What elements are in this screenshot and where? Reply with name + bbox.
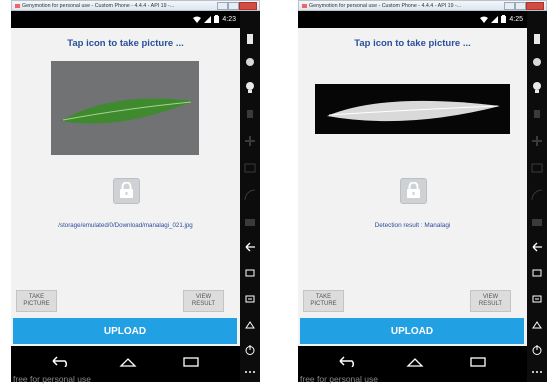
maximize-button[interactable]: [515, 2, 526, 10]
minimize-button[interactable]: [217, 2, 228, 10]
lock-icon: [407, 182, 420, 198]
window-titlebar[interactable]: Genymotion for personal use - Custom Pho…: [298, 0, 547, 11]
view-result-button[interactable]: VIEW RESULT: [183, 290, 224, 312]
sms-icon[interactable]: [531, 216, 543, 228]
sms-icon[interactable]: [244, 216, 256, 228]
recent-apps-icon[interactable]: [470, 354, 486, 372]
genymotion-icon: [302, 4, 307, 8]
nav-bar: free for personal use: [298, 346, 527, 384]
app-screen: Tap icon to take picture ... Detection r…: [298, 28, 527, 346]
gps-icon[interactable]: [531, 56, 543, 68]
upload-button[interactable]: UPLOAD: [13, 318, 237, 344]
screen-title: Tap icon to take picture ...: [354, 38, 471, 49]
remote-control-icon[interactable]: [244, 108, 256, 120]
leaf-processed-image: [315, 84, 510, 134]
emulator-window-right: Genymotion for personal use - Custom Pho…: [298, 0, 547, 384]
identifiers-icon[interactable]: [244, 162, 256, 174]
lock-icon: [120, 182, 133, 198]
view-result-label-2: RESULT: [191, 301, 216, 307]
upload-button[interactable]: UPLOAD: [300, 318, 524, 344]
close-button[interactable]: [526, 2, 544, 10]
more-icon[interactable]: [244, 366, 256, 378]
close-button[interactable]: [239, 2, 257, 10]
emulator-window-left: Genymotion for personal use - Custom Pho…: [11, 0, 260, 384]
rail-menu-icon[interactable]: [531, 293, 543, 305]
image-path-label: /storage/emulated/0/Download/manalagi_02…: [58, 222, 193, 229]
camera-widget-icon[interactable]: [531, 81, 543, 93]
watermark: free for personal use: [13, 374, 91, 384]
window-titlebar[interactable]: Genymotion for personal use - Custom Pho…: [11, 0, 260, 11]
rail-menu-icon[interactable]: [244, 293, 256, 305]
status-bar: 4:25: [298, 11, 527, 28]
rail-back-icon[interactable]: [244, 241, 256, 253]
power-icon[interactable]: [244, 344, 256, 356]
more-icon[interactable]: [531, 366, 543, 378]
dpad-icon[interactable]: [244, 135, 256, 147]
take-picture-button[interactable]: TAKE PICTURE: [303, 290, 344, 312]
phone-frame: 4:23 Tap icon to take picture ... /stora: [11, 11, 260, 384]
status-time: 4:23: [222, 15, 236, 23]
battery-widget-icon[interactable]: [244, 33, 256, 45]
take-picture-button[interactable]: TAKE PICTURE: [16, 290, 57, 312]
battery-icon: [214, 15, 220, 23]
remote-control-icon[interactable]: [531, 108, 543, 120]
camera-lock-button[interactable]: [113, 178, 140, 204]
power-icon[interactable]: [531, 344, 543, 356]
rail-back-icon[interactable]: [531, 241, 543, 253]
minimize-button[interactable]: [504, 2, 515, 10]
rail-recent-icon[interactable]: [244, 267, 256, 279]
rail-home-icon[interactable]: [531, 319, 543, 331]
signal-icon: [491, 15, 499, 23]
genymotion-icon: [15, 4, 20, 8]
screen-title: Tap icon to take picture ...: [67, 38, 184, 49]
rail-recent-icon[interactable]: [531, 267, 543, 279]
view-result-label-1: VIEW: [195, 294, 212, 300]
take-picture-label-1: TAKE: [315, 294, 332, 300]
nav-bar: free for personal use: [11, 346, 240, 384]
detection-result-label: Detection result : Manalagi: [374, 222, 451, 229]
status-time: 4:25: [509, 15, 523, 23]
genymotion-side-toolbar: [527, 11, 547, 382]
genymotion-side-toolbar: [240, 11, 260, 382]
wifi-icon: [193, 16, 202, 23]
gps-icon[interactable]: [244, 56, 256, 68]
window-controls: [217, 2, 257, 10]
recent-apps-icon[interactable]: [183, 354, 199, 372]
take-picture-label-2: PICTURE: [23, 301, 50, 307]
camera-widget-icon[interactable]: [244, 81, 256, 93]
home-icon[interactable]: [406, 354, 424, 372]
wifi-icon: [480, 16, 489, 23]
rail-home-icon[interactable]: [244, 319, 256, 331]
maximize-button[interactable]: [228, 2, 239, 10]
app-screen: Tap icon to take picture ... /storage/em…: [11, 28, 240, 346]
view-result-label-1: VIEW: [482, 294, 499, 300]
camera-lock-button[interactable]: [400, 178, 427, 204]
window-title: Genymotion for personal use - Custom Pho…: [309, 3, 462, 9]
window-title: Genymotion for personal use - Custom Pho…: [22, 3, 175, 9]
phone-frame: 4:25 Tap icon to take picture ... Detect: [298, 11, 547, 384]
view-result-button[interactable]: VIEW RESULT: [470, 290, 511, 312]
battery-widget-icon[interactable]: [531, 33, 543, 45]
back-icon[interactable]: [51, 354, 71, 372]
window-controls: [504, 2, 544, 10]
battery-icon: [501, 15, 507, 23]
view-result-label-2: RESULT: [478, 301, 503, 307]
leaf-photo: [51, 61, 199, 155]
network-icon[interactable]: [244, 189, 256, 201]
identifiers-icon[interactable]: [531, 162, 543, 174]
watermark: free for personal use: [300, 374, 378, 384]
signal-icon: [204, 15, 212, 23]
network-icon[interactable]: [531, 189, 543, 201]
take-picture-label-1: TAKE: [28, 294, 45, 300]
status-bar: 4:23: [11, 11, 240, 28]
dpad-icon[interactable]: [531, 135, 543, 147]
home-icon[interactable]: [119, 354, 137, 372]
back-icon[interactable]: [338, 354, 358, 372]
take-picture-label-2: PICTURE: [310, 301, 337, 307]
